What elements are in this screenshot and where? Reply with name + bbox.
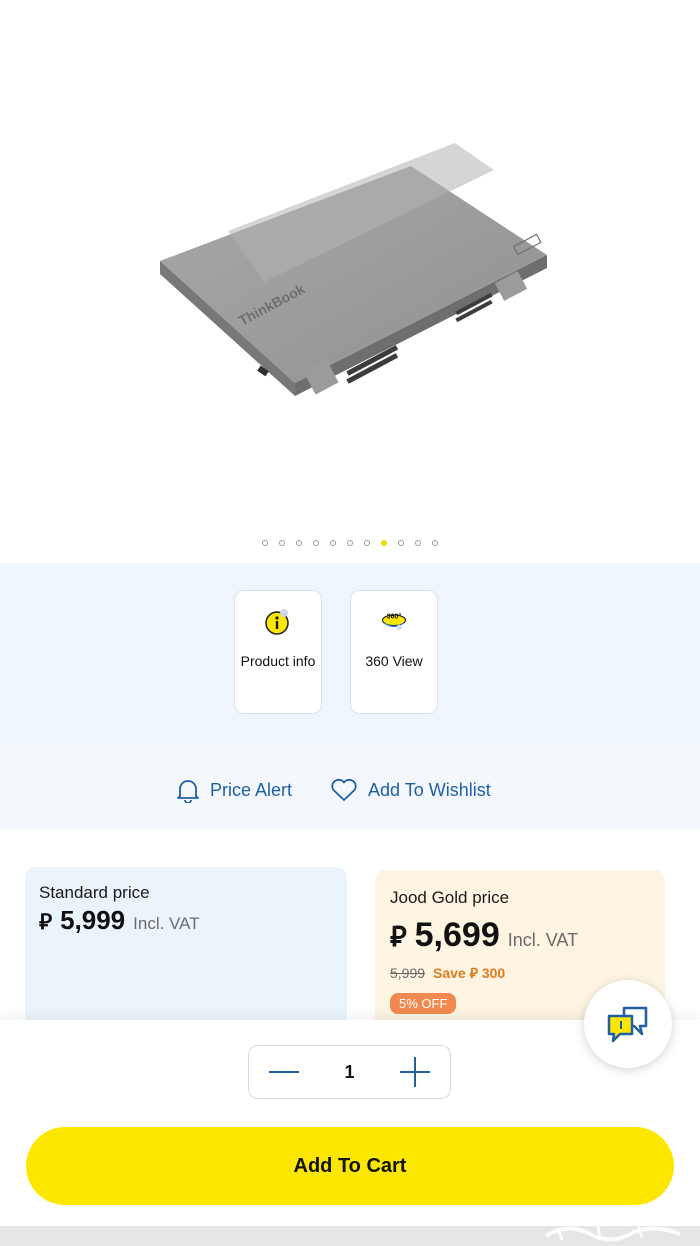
price-alert-link[interactable]: Price Alert	[176, 774, 292, 806]
minus-icon	[269, 1071, 299, 1073]
add-to-cart-label: Add To Cart	[293, 1154, 407, 1177]
gold-price-label: Jood Gold price	[390, 888, 510, 907]
360-view-icon: 360°	[382, 612, 406, 630]
wishlist-label: Add To Wishlist	[368, 779, 491, 800]
carousel-dot[interactable]	[432, 540, 438, 546]
add-to-cart-button[interactable]: Add To Cart	[26, 1127, 674, 1205]
standard-price-row: ⃁ 5,999 Incl. VAT	[39, 905, 200, 936]
info-icon	[265, 609, 289, 635]
360-view-label: 360 View	[365, 653, 423, 669]
product-image-gallery[interactable]: ThinkBook	[14, 0, 686, 560]
riyal-symbol: ⃁	[39, 909, 53, 934]
quantity-stepper[interactable]: 1	[248, 1045, 451, 1099]
standard-price-label: Standard price	[39, 883, 150, 902]
carousel-dot[interactable]	[330, 540, 336, 546]
bell-icon	[177, 780, 199, 803]
riyal-symbol: ⃁	[390, 921, 407, 952]
carousel-dot[interactable]	[296, 540, 302, 546]
increase-quantity-button[interactable]	[380, 1047, 450, 1097]
gold-price-row: ⃁ 5,699 Incl. VAT	[390, 916, 578, 955]
save-amount: Save ⃁ 300	[433, 965, 506, 981]
standard-price-amount: 5,999	[60, 905, 126, 935]
gold-savings-row: 5,999 Save ⃁ 300	[390, 964, 505, 982]
carousel-dot[interactable]	[347, 540, 353, 546]
chat-icon	[607, 1006, 648, 1043]
decrease-quantity-button[interactable]	[249, 1047, 319, 1097]
standard-vat-note: Incl. VAT	[133, 914, 200, 933]
product-info-button[interactable]: Product info	[234, 590, 322, 714]
price-alert-label: Price Alert	[210, 779, 293, 800]
quantity-value: 1	[344, 1061, 355, 1082]
product-image: ThinkBook	[160, 143, 547, 396]
old-price: 5,999	[390, 965, 426, 981]
discount-badge: 5% OFF	[390, 993, 457, 1014]
gold-vat-note: Incl. VAT	[507, 930, 579, 950]
carousel-dot[interactable]	[364, 540, 370, 546]
carousel-dot[interactable]	[398, 540, 404, 546]
carousel-dot[interactable]	[313, 540, 319, 546]
heart-icon	[331, 778, 357, 801]
360-view-button[interactable]: 360° 360 View	[350, 590, 438, 714]
add-to-wishlist-link[interactable]: Add To Wishlist	[330, 774, 491, 806]
carousel-dot[interactable]	[279, 540, 285, 546]
carousel-dots[interactable]	[0, 536, 700, 552]
carousel-dot[interactable]	[262, 540, 268, 546]
standard-price-card: Standard price ⃁ 5,999 Incl. VAT	[25, 867, 347, 1037]
plus-icon	[399, 1057, 430, 1087]
carousel-dot-active[interactable]	[381, 540, 387, 546]
haraj-watermark-logo	[544, 1223, 681, 1242]
product-info-label: Product info	[240, 653, 316, 669]
chat-button[interactable]	[584, 980, 672, 1068]
carousel-dot[interactable]	[415, 540, 421, 546]
svg-text:360°: 360°	[387, 612, 402, 620]
gold-price-amount: 5,699	[414, 916, 500, 954]
